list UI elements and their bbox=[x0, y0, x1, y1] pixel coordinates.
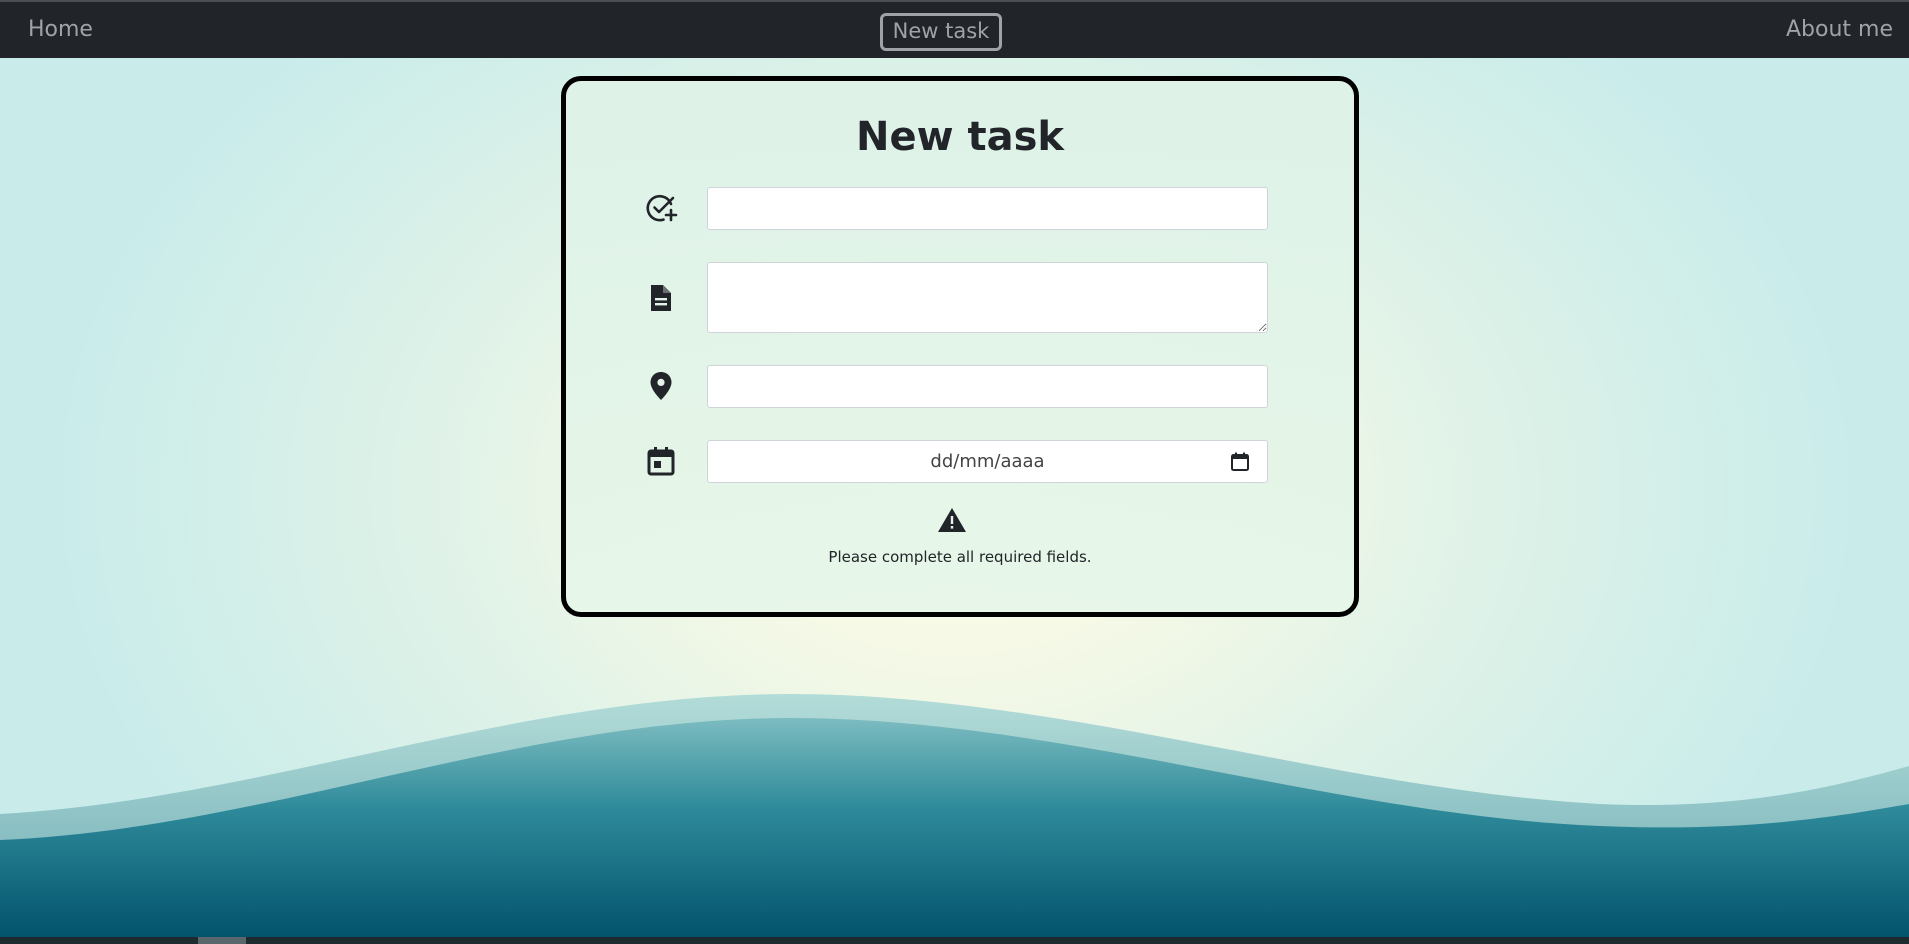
task-description-textarea[interactable] bbox=[707, 262, 1268, 333]
calendar-picker-icon[interactable] bbox=[1229, 451, 1251, 473]
navbar: Home New task About me bbox=[0, 0, 1909, 58]
task-title-input[interactable] bbox=[707, 187, 1268, 230]
task-location-input[interactable] bbox=[707, 365, 1268, 408]
nav-new-task-link[interactable]: New task bbox=[880, 13, 1002, 51]
nav-about-link[interactable]: About me bbox=[1786, 16, 1893, 44]
bottom-scrollbar[interactable] bbox=[0, 937, 1909, 944]
calendar-icon bbox=[647, 447, 675, 476]
warning-triangle-icon bbox=[938, 508, 966, 532]
file-text-icon bbox=[651, 285, 671, 311]
date-placeholder: dd/mm/aaaa bbox=[930, 451, 1045, 472]
map-pin-icon bbox=[650, 372, 672, 400]
card-title: New task bbox=[855, 114, 1064, 160]
new-task-card: New task dd/mm/aaaa Please complete all … bbox=[561, 76, 1359, 617]
scrollbar-thumb[interactable] bbox=[198, 937, 246, 944]
validation-warning-text: Please complete all required fields. bbox=[828, 548, 1092, 566]
nav-home-link[interactable]: Home bbox=[28, 16, 93, 44]
wave-decoration bbox=[0, 694, 1909, 944]
check-circle-plus-icon bbox=[646, 194, 678, 222]
task-date-input[interactable]: dd/mm/aaaa bbox=[707, 440, 1268, 483]
